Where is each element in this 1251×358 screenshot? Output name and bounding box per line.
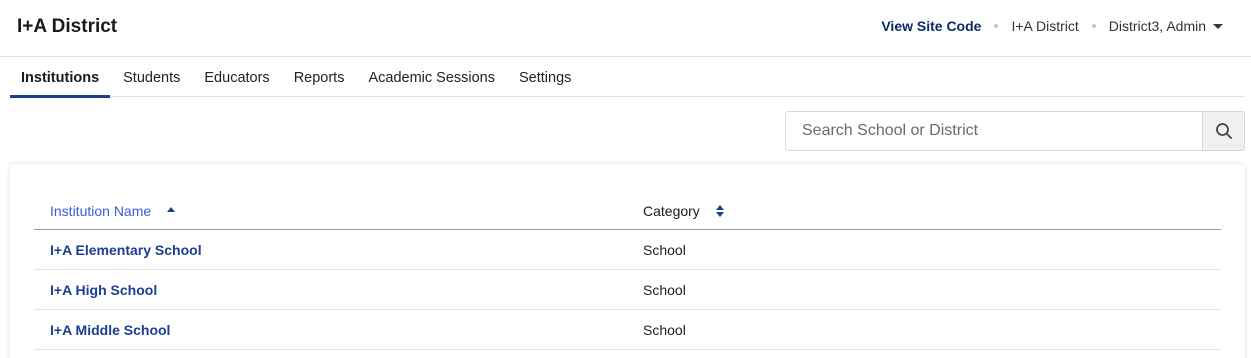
chevron-down-icon <box>1213 23 1223 29</box>
institution-link[interactable]: I+A Elementary School <box>50 242 202 258</box>
table-row: I+A High School School <box>34 270 1221 310</box>
district-name: I+A District <box>1011 18 1079 34</box>
column-header-category[interactable]: Category <box>627 203 1221 219</box>
institutions-card: Institution Name Category I+A Elementary… <box>10 164 1245 358</box>
tab-reports[interactable]: Reports <box>283 58 356 97</box>
table-row: I+A Middle School School <box>34 310 1221 350</box>
institutions-table: Institution Name Category I+A Elementary… <box>34 192 1221 350</box>
institution-link[interactable]: I+A Middle School <box>50 322 170 338</box>
column-header-institution-name[interactable]: Institution Name <box>34 203 627 219</box>
category-cell: School <box>643 321 686 338</box>
tab-educators[interactable]: Educators <box>193 58 280 97</box>
tab-academic-sessions[interactable]: Academic Sessions <box>357 58 506 97</box>
column-header-label: Category <box>643 202 700 219</box>
page-title: I+A District <box>17 16 118 37</box>
table-row: I+A Elementary School School <box>34 230 1221 270</box>
user-menu-label: District3, Admin <box>1108 18 1206 34</box>
search-button[interactable] <box>1202 112 1244 150</box>
tab-students[interactable]: Students <box>112 58 191 97</box>
header-actions: View Site Code I+A District District3, A… <box>881 18 1223 34</box>
main-tabs: Institutions Students Educators Reports … <box>10 58 1245 98</box>
category-cell: School <box>643 281 686 298</box>
view-site-code-link[interactable]: View Site Code <box>881 18 981 34</box>
search-input[interactable] <box>786 112 1202 150</box>
institution-link[interactable]: I+A High School <box>50 282 157 298</box>
search-box <box>785 111 1245 151</box>
tab-institutions[interactable]: Institutions <box>10 58 111 98</box>
user-menu[interactable]: District3, Admin <box>1109 18 1223 34</box>
search-icon <box>1215 123 1232 139</box>
table-header: Institution Name Category <box>34 192 1221 230</box>
category-cell: School <box>643 241 686 258</box>
column-header-label: Institution Name <box>50 202 152 219</box>
separator-dot <box>1091 24 1096 28</box>
tab-settings[interactable]: Settings <box>508 58 582 97</box>
top-bar: I+A District View Site Code I+A District… <box>0 0 1251 57</box>
sort-icon <box>715 204 724 217</box>
sort-ascending-icon <box>167 207 176 212</box>
separator-dot <box>994 24 999 28</box>
